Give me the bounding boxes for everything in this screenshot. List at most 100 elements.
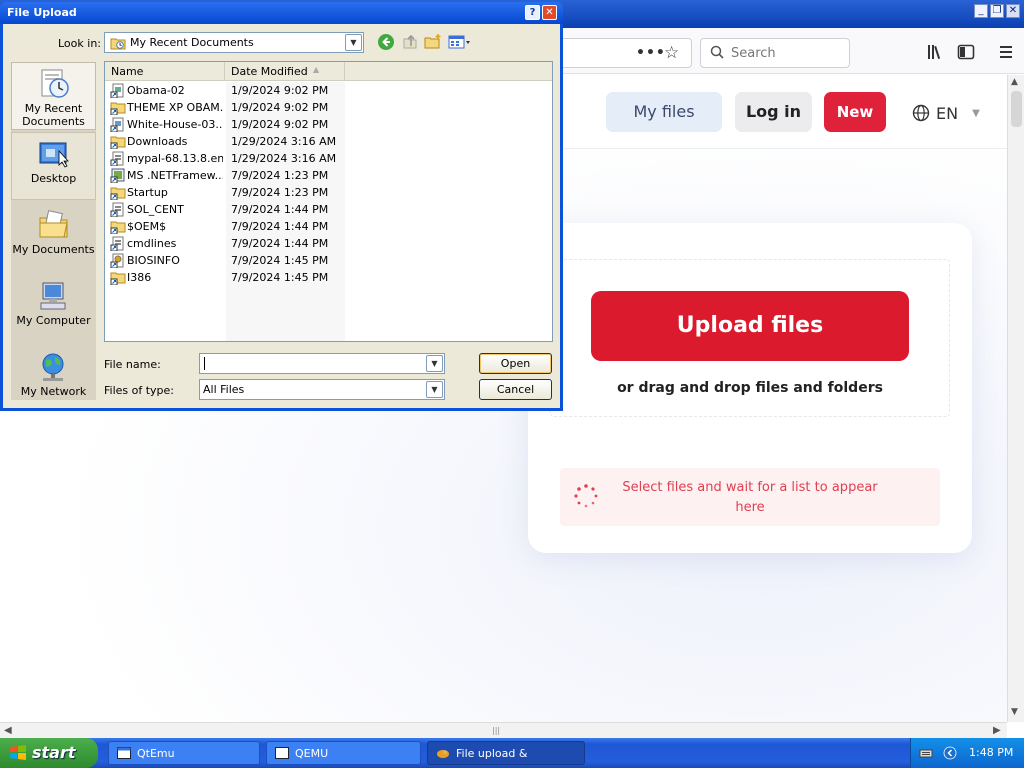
file-row[interactable]: $OEM$ 7/9/2024 1:44 PM (105, 218, 552, 235)
search-input[interactable]: Search (700, 38, 850, 68)
start-label: start (32, 743, 76, 762)
scroll-thumb[interactable] (1011, 91, 1022, 127)
place-label: Desktop (30, 172, 77, 185)
sidebar-icon[interactable] (956, 42, 976, 62)
place-my-recent-documents[interactable]: My Recent Documents (11, 62, 96, 130)
shortcut-folder-icon (110, 102, 126, 115)
language-selector[interactable]: EN ▼ (912, 102, 980, 124)
shortcut-file-icon (110, 117, 124, 132)
browser-icon (437, 750, 449, 758)
taskbar-item-qemu[interactable]: QEMU (266, 741, 421, 765)
windows-logo-icon (10, 745, 26, 760)
shortcut-folder-icon (110, 272, 126, 285)
file-row[interactable]: Obama-02 1/9/2024 9:02 PM (105, 82, 552, 99)
file-name: BIOSINFO (127, 254, 180, 267)
new-button[interactable]: New (824, 92, 886, 132)
upload-files-button[interactable]: Upload files (591, 291, 909, 361)
file-row[interactable]: cmdlines 7/9/2024 1:44 PM (105, 235, 552, 252)
file-row[interactable]: I386 7/9/2024 1:45 PM (105, 269, 552, 286)
search-placeholder: Search (731, 46, 776, 61)
file-row[interactable]: THEME XP OBAM... 1/9/2024 9:02 PM (105, 99, 552, 116)
file-name: White-House-03... (127, 118, 223, 131)
dialog-close-button[interactable]: ✕ (542, 5, 557, 20)
place-desktop[interactable]: Desktop (11, 132, 96, 200)
text-caret (204, 357, 205, 370)
scroll-right-icon[interactable]: ▶ (993, 725, 1001, 736)
my-files-button[interactable]: My files (606, 92, 722, 132)
file-upload-dialog: File Upload ? ✕ Look in: My Recent Docum… (0, 2, 563, 411)
library-icon[interactable] (925, 42, 945, 62)
file-date: 1/9/2024 9:02 PM (231, 118, 329, 131)
file-row[interactable]: Downloads 1/29/2024 3:16 AM (105, 133, 552, 150)
horizontal-scrollbar[interactable]: ◀ ||| ▶ (0, 722, 1007, 738)
start-button[interactable]: start (0, 738, 98, 768)
file-date: 1/29/2024 3:16 AM (231, 135, 337, 148)
files-of-type-label: Files of type: (104, 384, 175, 397)
taskbar-item-qtemu[interactable]: QtEmu (108, 741, 260, 765)
keyboard-icon[interactable] (919, 746, 933, 760)
page-actions-button[interactable]: ••• (636, 45, 666, 61)
shortcut-file-icon (110, 151, 124, 166)
scroll-down-icon[interactable]: ▼ (1011, 707, 1018, 717)
file-row[interactable]: BIOSINFO 7/9/2024 1:45 PM (105, 252, 552, 269)
login-button[interactable]: Log in (735, 92, 812, 132)
up-folder-icon[interactable] (401, 33, 419, 51)
file-date: 7/9/2024 1:23 PM (231, 186, 329, 199)
file-date: 1/9/2024 9:02 PM (231, 84, 329, 97)
look-in-label: Look in: (58, 37, 101, 50)
file-name: $OEM$ (127, 220, 167, 233)
file-date: 7/9/2024 1:45 PM (231, 254, 329, 267)
file-name: cmdlines (127, 237, 177, 250)
taskbar-item-label: QtEmu (137, 747, 175, 760)
file-name: MS .NETFramew... (127, 169, 223, 182)
menu-icon[interactable] (996, 42, 1016, 62)
taskbar-item-browser[interactable]: File upload & sharing.... (427, 741, 585, 765)
open-button[interactable]: Open (479, 353, 552, 374)
places-bar: My Recent Documents Desktop My Documents (11, 62, 96, 400)
chevron-down-icon[interactable]: ▼ (345, 34, 362, 51)
file-name: Downloads (127, 135, 188, 148)
close-window-button[interactable]: ✕ (1006, 4, 1020, 18)
scroll-left-icon[interactable]: ◀ (4, 725, 12, 736)
bookmark-star-icon[interactable]: ☆ (664, 43, 679, 63)
column-date-modified[interactable]: Date Modified (225, 62, 345, 81)
place-my-computer[interactable]: My Computer (11, 275, 96, 343)
file-row[interactable]: SOL_CENT 7/9/2024 1:44 PM (105, 201, 552, 218)
views-menu-icon[interactable] (448, 33, 472, 51)
vertical-scrollbar[interactable]: ▲ ▼ (1007, 75, 1024, 722)
shortcut-folder-icon (110, 221, 126, 234)
file-date: 7/9/2024 1:23 PM (231, 169, 329, 182)
chevron-down-icon[interactable]: ▼ (426, 355, 443, 372)
place-my-documents[interactable]: My Documents (11, 204, 96, 272)
restore-button[interactable]: ❐ (990, 4, 1004, 18)
look-in-select[interactable]: My Recent Documents ▼ (104, 32, 364, 53)
scroll-up-icon[interactable]: ▲ (1011, 77, 1018, 87)
file-row[interactable]: mypal-68.13.8.en... 1/29/2024 3:16 AM (105, 150, 552, 167)
chevron-down-icon[interactable]: ▼ (426, 381, 443, 398)
dialog-title: File Upload (7, 6, 77, 19)
file-list[interactable]: Name Date Modified ▲ Obama-02 1/9/2024 9… (104, 61, 553, 342)
help-button[interactable]: ? (525, 5, 540, 20)
upload-card: Upload files or drag and drop files and … (528, 223, 972, 553)
new-folder-icon[interactable] (424, 33, 442, 51)
shortcut-file-icon (110, 83, 124, 98)
file-name: Obama-02 (127, 84, 185, 97)
minimize-button[interactable]: _ (974, 4, 988, 18)
files-of-type-select[interactable]: All Files ▼ (199, 379, 445, 400)
cancel-button[interactable]: Cancel (479, 379, 552, 400)
url-bar[interactable]: ••• ☆ (560, 38, 692, 68)
dialog-titlebar[interactable]: File Upload ? ✕ (0, 2, 563, 24)
scroll-grip[interactable]: ||| (492, 726, 500, 735)
place-label: My Recent Documents (22, 102, 85, 128)
file-name-label: File name: (104, 358, 161, 371)
column-name[interactable]: Name (105, 62, 225, 81)
place-my-network[interactable]: My Network (11, 346, 96, 414)
file-row[interactable]: MS .NETFramew... 7/9/2024 1:23 PM (105, 167, 552, 184)
window-icon (117, 747, 131, 759)
status-box: Select files and wait for a list to appe… (560, 468, 940, 526)
chevron-left-icon[interactable] (943, 746, 957, 760)
back-icon[interactable] (377, 33, 395, 51)
file-row[interactable]: Startup 7/9/2024 1:23 PM (105, 184, 552, 201)
file-name-input[interactable]: ▼ (199, 353, 445, 374)
file-row[interactable]: White-House-03... 1/9/2024 9:02 PM (105, 116, 552, 133)
